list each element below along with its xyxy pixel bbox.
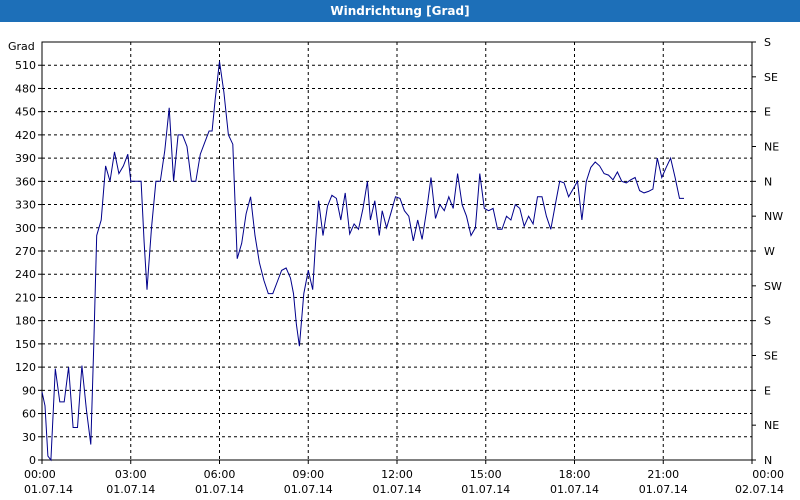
y2-tick-label: W [764,245,775,258]
x-tick-date: 01.07.14 [106,483,155,496]
y2-tick-label: NW [764,210,783,223]
y2-tick-label: S [764,36,771,49]
y2-tick-label: N [764,175,772,188]
y-tick-label: 180 [15,315,36,328]
x-tick-date: 01.07.14 [195,483,244,496]
x-tick-date: 01.07.14 [373,483,422,496]
x-tick-date: 01.07.14 [284,483,333,496]
y-tick-label: 330 [15,199,36,212]
x-tick-time: 21:00 [647,468,679,481]
y2-tick-label: E [764,384,771,397]
x-tick-time: 18:00 [559,468,591,481]
y-tick-label: 450 [15,106,36,119]
y-tick-label: 240 [15,268,36,281]
x-tick-time: 00:00 [752,468,784,481]
y-tick-label: 210 [15,291,36,304]
wind-direction-chart: 0 30 60 90 120 150 180 210 240 270 300 330 360 390 420… [8,36,784,496]
y-tick-label: 90 [22,384,36,397]
y-tick-label: 300 [15,222,36,235]
y-tick-label: 510 [15,59,36,72]
x-tick-time: 00:00 [24,468,56,481]
y-tick-label: 60 [22,408,36,421]
x-tick-date: 01.07.14 [461,483,510,496]
y-tick-label: 150 [15,338,36,351]
y-tick-label: 420 [15,129,36,142]
x-tick-date: 01.07.14 [24,483,73,496]
x-tick-time: 06:00 [204,468,236,481]
y-tick-label: 0 [29,454,36,467]
y2-tick-label: SE [764,71,778,84]
x-tick-date: 01.07.14 [639,483,688,496]
y-tick-label: 270 [15,245,36,258]
y2-tick-label: SW [764,280,782,293]
y-tick-label: 390 [15,152,36,165]
y2-tick-label: S [764,315,771,328]
x-tick-time: 15:00 [470,468,502,481]
y2-tick-label: N [764,454,772,467]
x-tick-date: 01.07.14 [550,483,599,496]
x-tick-date: 02.07.14 [735,483,784,496]
y-tick-label: 360 [15,175,36,188]
y2-tick-label: SE [764,350,778,363]
window-title: Windrichtung [Grad] [0,0,800,22]
y2-tick-label: E [764,106,771,119]
x-tick-time: 12:00 [381,468,413,481]
y-tick-label: 120 [15,361,36,374]
y2-tick-label: NE [764,419,779,432]
x-tick-time: 03:00 [115,468,147,481]
y-tick-label: 480 [15,82,36,95]
y-tick-label: 30 [22,431,36,444]
y-axis-label: Grad [8,40,35,53]
x-tick-time: 09:00 [292,468,324,481]
y2-tick-label: NE [764,141,779,154]
